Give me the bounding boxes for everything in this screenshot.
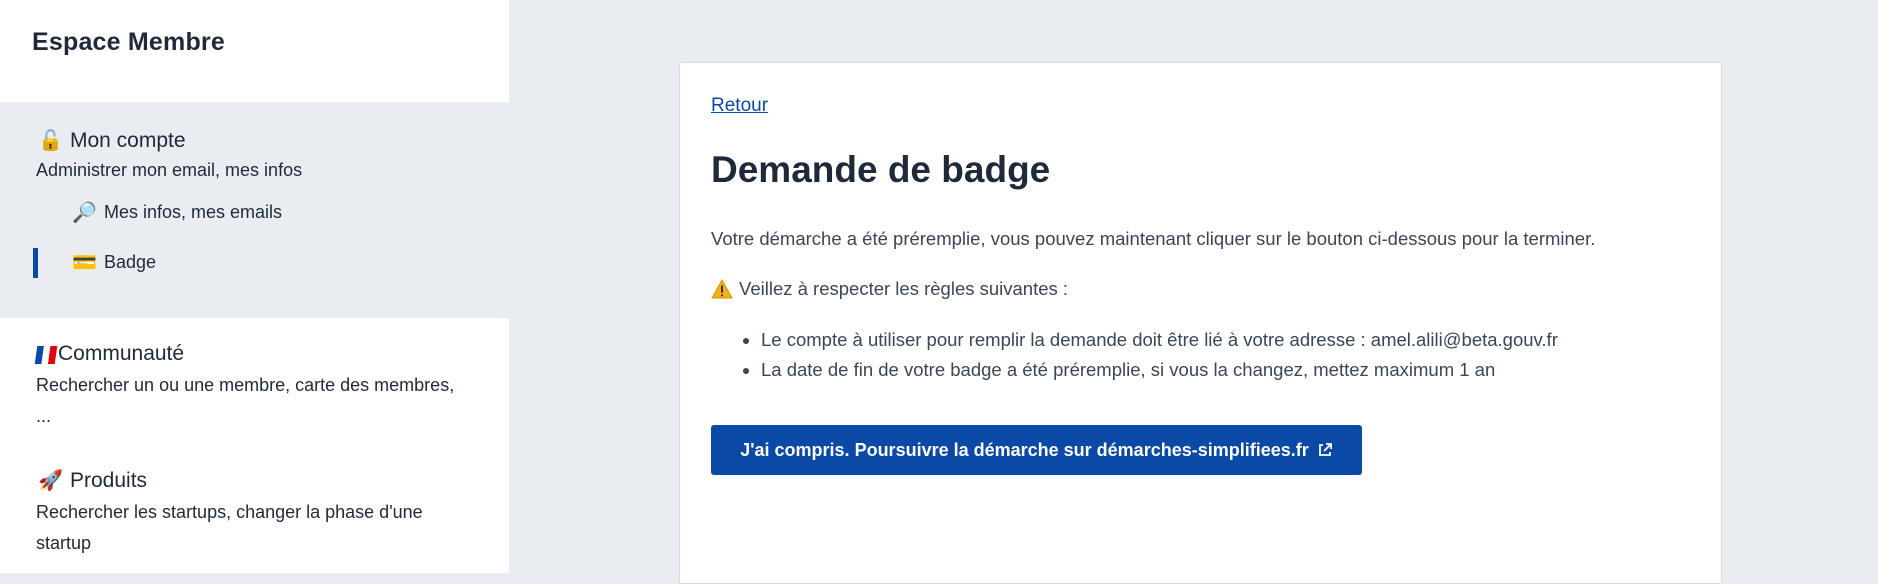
external-link-icon — [1318, 443, 1332, 456]
active-indicator — [33, 248, 38, 278]
button-label: J'ai compris. Poursuivre la démarche sur… — [740, 439, 1309, 460]
page-title: Demande de badge — [711, 149, 1051, 190]
intro-text: Votre démarche a été préremplie, vous po… — [711, 228, 1596, 249]
sidebar-subitem-mes-infos[interactable]: 🔎 Mes infos, mes emails — [72, 200, 282, 225]
brand-title[interactable]: Espace Membre — [32, 28, 225, 57]
description-line: Rechercher un ou une membre, carte des m… — [36, 375, 455, 395]
sidebar-subitem-label: Mes infos, mes emails — [104, 202, 283, 222]
sidebar-item-produits[interactable]: 🚀 Produits — [38, 468, 147, 493]
back-link[interactable]: Retour — [711, 95, 768, 117]
sidebar-item-label: Mon compte — [70, 128, 186, 152]
rules-list: Le compte à utiliser pour remplir la dem… — [711, 325, 1558, 385]
french-flag-icon — [34, 346, 58, 364]
rocket-icon: 🚀 — [38, 470, 63, 492]
continue-demarche-button[interactable]: J'ai compris. Poursuivre la démarche sur… — [711, 425, 1362, 475]
magnifier-icon: 🔎 — [72, 202, 97, 224]
credit-card-icon: 💳 — [72, 252, 97, 274]
list-item: Le compte à utiliser pour remplir la dem… — [761, 325, 1558, 355]
sidebar-item-description: Rechercher un ou une membre, carte des m… — [36, 370, 454, 432]
main-card: Retour Demande de badge Votre démarche a… — [679, 62, 1722, 584]
sidebar-subitem-label: Badge — [104, 252, 157, 272]
sidebar-item-description: Administrer mon email, mes infos — [36, 160, 303, 180]
sidebar-item-label: Produits — [70, 468, 148, 492]
description-line: startup — [36, 533, 92, 553]
unlock-icon: 🔓 — [38, 130, 63, 152]
warning-line: Veillez à respecter les règles suivantes… — [711, 278, 1068, 300]
warning-text: Veillez à respecter les règles suivantes… — [739, 278, 1069, 299]
sidebar-item-description: Rechercher les startups, changer la phas… — [36, 497, 423, 559]
description-line: ... — [36, 406, 52, 426]
sidebar-item-mon-compte[interactable]: 🔓 Mon compte — [38, 128, 186, 153]
sidebar-item-communaute[interactable]: Communauté — [34, 342, 185, 366]
sidebar-item-label: Communauté — [58, 342, 185, 365]
description-line: Rechercher les startups, changer la phas… — [36, 502, 423, 522]
warning-icon — [711, 279, 733, 299]
list-item: La date de fin de votre badge a été prér… — [761, 355, 1558, 385]
sidebar: Espace Membre 🔓 Mon compte Administrer m… — [0, 0, 509, 573]
sidebar-subitem-badge[interactable]: 💳 Badge — [72, 250, 156, 275]
